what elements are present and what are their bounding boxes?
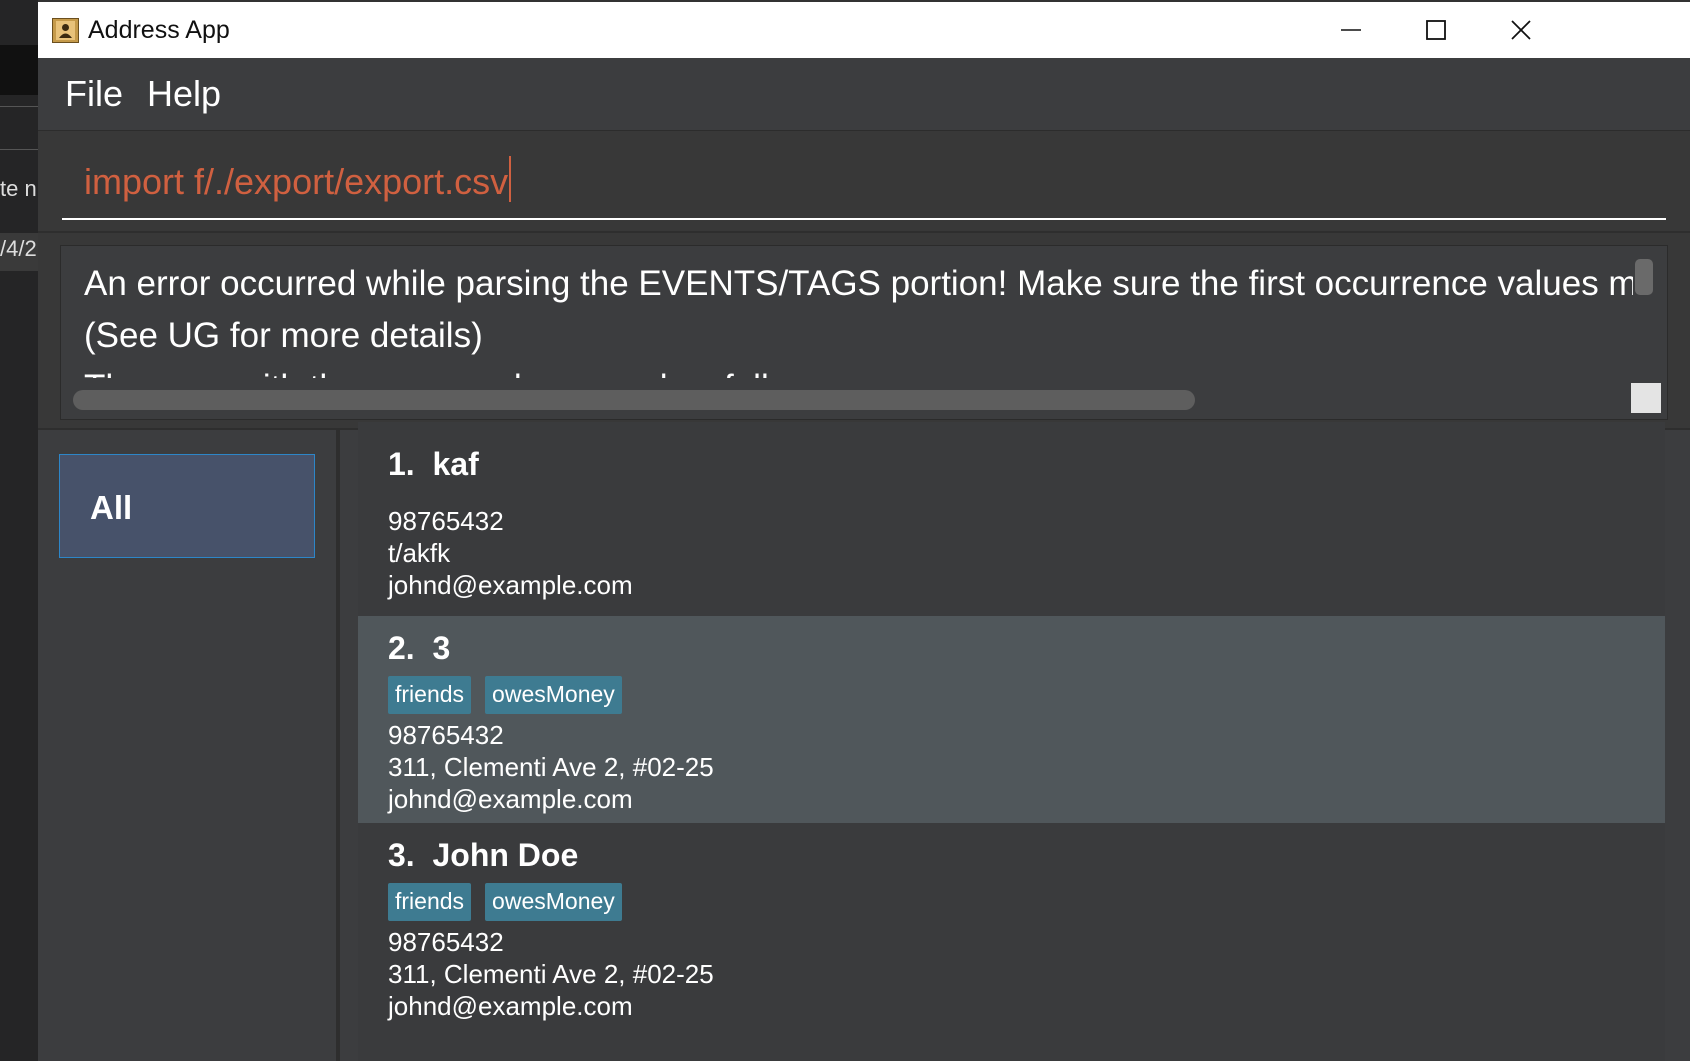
minimize-icon <box>1341 29 1361 31</box>
main-content: All 1. kaf 98765432 t/akfk johnd@example… <box>38 422 1690 1061</box>
result-display[interactable]: An error occurred while parsing the EVEN… <box>60 245 1668 420</box>
tag-badge: friends <box>388 676 472 714</box>
tag-list: friends owesMoney <box>388 883 622 921</box>
person-phone: 98765432 <box>388 720 504 750</box>
result-line: (See UG for more details) <box>84 316 483 355</box>
window-title: Address App <box>88 16 230 44</box>
person-index: 3. <box>388 837 415 873</box>
title-bar[interactable]: Address App <box>38 0 1690 58</box>
close-button[interactable] <box>1498 10 1544 50</box>
person-address: t/akfk <box>388 538 451 568</box>
background-text: te n <box>0 176 37 201</box>
group-sidebar: All <box>38 430 340 1061</box>
person-email: johnd@example.com <box>388 570 633 600</box>
person-email: johnd@example.com <box>388 784 633 814</box>
minimize-button[interactable] <box>1328 10 1374 50</box>
text-caret <box>509 156 512 202</box>
tag-badge: owesMoney <box>485 883 622 921</box>
person-name: 3 <box>432 630 451 666</box>
scrollbar-corner <box>1631 383 1661 413</box>
background-divider <box>0 106 38 107</box>
person-name: kaf <box>432 446 479 482</box>
command-input[interactable]: import f/./export/export.csv <box>84 156 512 203</box>
result-line: The error with the command occurred as f… <box>84 362 1633 378</box>
person-title: 3. John Doe <box>388 837 578 874</box>
background-window: te n /4/2 <box>0 0 38 1061</box>
person-card-selected[interactable]: 2. 3 friends owesMoney 98765432 311, Cle… <box>358 616 1665 823</box>
result-message: An error occurred while parsing the EVEN… <box>84 258 1633 378</box>
person-card[interactable]: 1. kaf 98765432 t/akfk johnd@example.com <box>358 422 1665 616</box>
person-email: johnd@example.com <box>388 991 633 1021</box>
command-box: import f/./export/export.csv <box>38 131 1690 231</box>
tag-badge: owesMoney <box>485 676 622 714</box>
person-list[interactable]: 1. kaf 98765432 t/akfk johnd@example.com… <box>340 422 1690 1061</box>
menu-help[interactable]: Help <box>147 73 221 115</box>
person-phone: 98765432 <box>388 927 504 957</box>
result-display-panel: An error occurred while parsing the EVEN… <box>38 231 1690 430</box>
person-index: 1. <box>388 446 415 482</box>
tag-list: friends owesMoney <box>388 676 622 714</box>
background-text: /4/2 <box>0 236 37 261</box>
address-app-window: Address App File Help import f/./export/… <box>38 0 1690 1061</box>
menu-file[interactable]: File <box>65 73 123 115</box>
person-phone: 98765432 <box>388 506 504 536</box>
tag-badge: friends <box>388 883 472 921</box>
person-address: 311, Clementi Ave 2, #02-25 <box>388 752 714 782</box>
background-divider <box>0 149 38 150</box>
person-card[interactable]: 3. John Doe friends owesMoney 98765432 3… <box>358 823 1665 1061</box>
tab-all[interactable]: All <box>59 454 315 558</box>
close-icon <box>1511 20 1531 40</box>
horizontal-scrollbar-thumb[interactable] <box>73 390 1195 410</box>
maximize-button[interactable] <box>1413 10 1459 50</box>
person-title: 1. kaf <box>388 446 479 483</box>
command-text: import f/./export/export.csv <box>84 161 509 202</box>
menu-bar: File Help <box>38 58 1690 131</box>
vertical-scrollbar-thumb[interactable] <box>1635 259 1653 295</box>
person-address: 311, Clementi Ave 2, #02-25 <box>388 959 714 989</box>
background-window-bar <box>0 45 38 95</box>
person-index: 2. <box>388 630 415 666</box>
maximize-icon <box>1426 20 1446 40</box>
result-line: An error occurred while parsing the EVEN… <box>84 264 1633 303</box>
person-name: John Doe <box>432 837 579 873</box>
command-input-underline <box>62 218 1666 220</box>
address-book-icon <box>52 18 79 43</box>
person-title: 2. 3 <box>388 630 450 667</box>
